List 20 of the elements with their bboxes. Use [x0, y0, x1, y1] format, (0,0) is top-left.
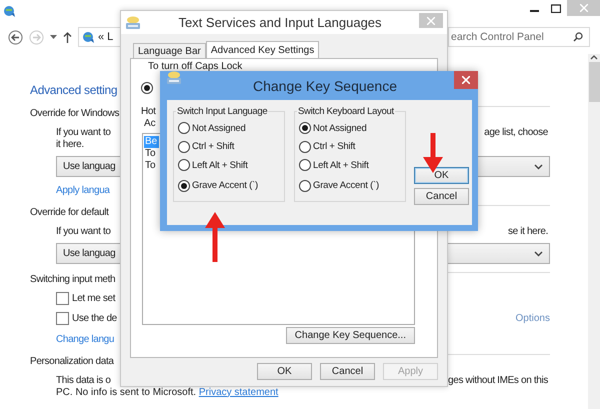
group-label: To turn off Caps Lock	[148, 61, 242, 73]
section-label: Switching input meth	[29, 274, 116, 284]
description-text: ges without IMEs on this	[448, 374, 548, 386]
description-text: it here.	[55, 138, 84, 150]
description-text: This data is o	[55, 374, 111, 386]
group-label: Switch Keyboard Layout	[297, 106, 395, 117]
section-label: Override for Windows	[29, 108, 120, 118]
description-text: se it here.	[508, 226, 548, 236]
window-title: Change Key Sequence	[252, 78, 398, 94]
window-title: Text Services and Input Languages	[177, 15, 383, 30]
description-text: age list, choose	[484, 126, 548, 138]
column-header: Ac	[144, 118, 156, 130]
section-label: Personalization data	[29, 356, 114, 366]
privacy-text: PC. No info is sent to Microsoft. Privacy statement	[55, 386, 278, 398]
description-text: If you want to	[55, 226, 111, 236]
description-text: If you want to	[55, 126, 111, 138]
group-label: Hot	[141, 106, 156, 118]
page-heading: Advanced setting	[29, 83, 118, 97]
group-label: Switch Input Language	[176, 106, 268, 117]
section-label: Override for default	[29, 206, 109, 218]
